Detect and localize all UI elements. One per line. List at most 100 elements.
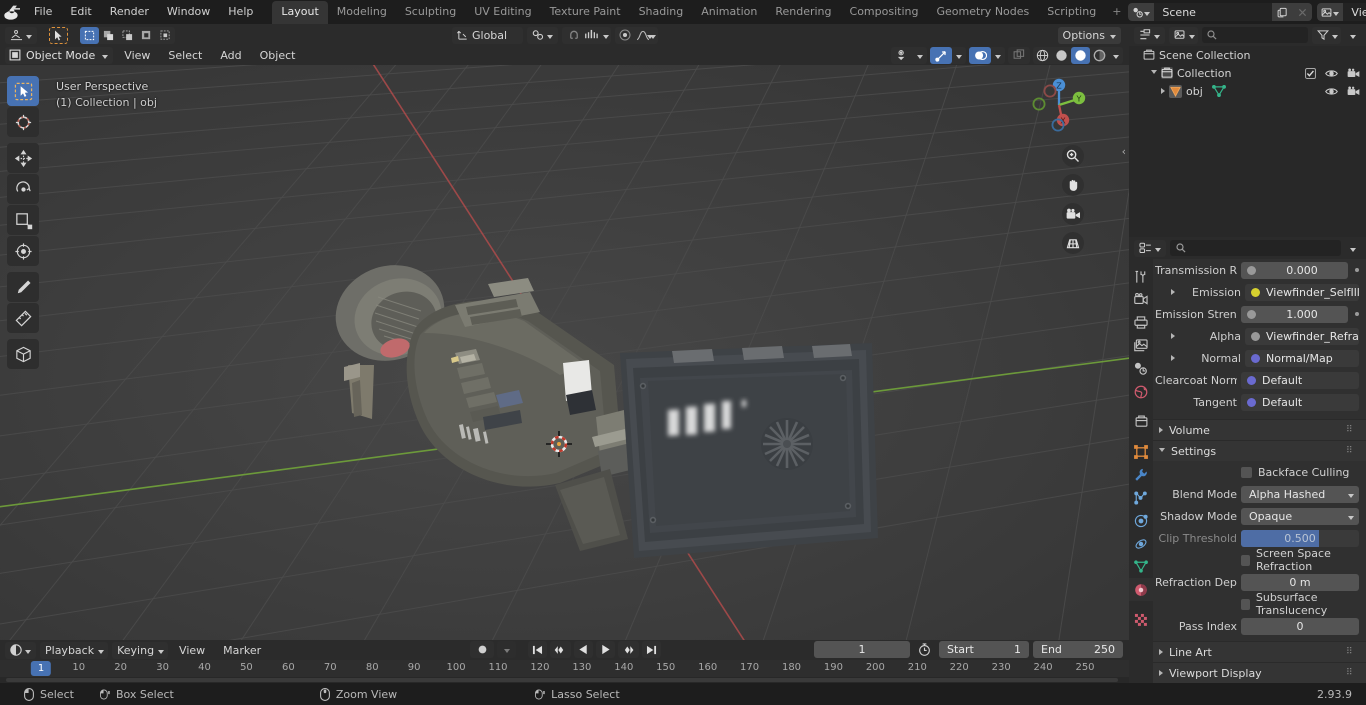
play-button[interactable]: [596, 641, 615, 658]
show-gizmo-icon[interactable]: [930, 46, 952, 64]
zoom-nav-icon[interactable]: [1062, 145, 1084, 167]
timeline-editor-type-selector[interactable]: [5, 641, 36, 659]
annotate-tool[interactable]: [7, 272, 39, 302]
emission-strength-field[interactable]: 1.000: [1241, 305, 1348, 323]
tab-scene[interactable]: [1129, 357, 1153, 380]
pass-index-field[interactable]: 0: [1241, 617, 1359, 635]
tweak-select-tool[interactable]: [7, 76, 39, 106]
tab-compositing[interactable]: Compositing: [841, 1, 928, 24]
properties-search-input[interactable]: [1170, 240, 1341, 256]
viewport-options-button[interactable]: Options: [1057, 26, 1121, 44]
object-visibility-icon[interactable]: [891, 47, 913, 64]
tab-world[interactable]: [1129, 380, 1153, 403]
view-layer-selector[interactable]: View Layer: [1317, 3, 1366, 21]
viewport-menu-add[interactable]: Add: [213, 48, 248, 63]
navigation-gizmo[interactable]: Z Y X: [1027, 73, 1091, 137]
alpha-link-field[interactable]: Viewfinder_Refracti...: [1245, 327, 1359, 345]
transform-orientation-selector[interactable]: Global: [452, 26, 524, 44]
jump-to-end-button[interactable]: [642, 641, 661, 658]
timeline-menu-view[interactable]: View: [172, 643, 212, 658]
scene-selector[interactable]: Scene: [1128, 3, 1313, 21]
tab-rendering[interactable]: Rendering: [766, 1, 840, 24]
3d-viewport[interactable]: User Perspective (1) Collection | obj Z …: [0, 65, 1129, 640]
playhead[interactable]: 1: [30, 661, 52, 676]
keying-popover-button[interactable]: [497, 641, 516, 658]
outliner-editor-type-selector[interactable]: [1134, 26, 1165, 44]
start-frame-field[interactable]: Start 1: [939, 641, 1029, 658]
camera-icon[interactable]: [1347, 85, 1360, 97]
animate-dot-icon[interactable]: [1355, 268, 1359, 272]
clearcoat-normal-link-field[interactable]: Default: [1241, 371, 1359, 389]
timeline-menu-playback[interactable]: Playback: [40, 641, 109, 659]
chevron-down-icon[interactable]: [913, 47, 927, 64]
use-preview-range-button[interactable]: [914, 641, 935, 658]
eye-icon[interactable]: [1325, 68, 1338, 79]
object-mode-selector[interactable]: Object Mode: [5, 46, 114, 64]
scale-tool[interactable]: [7, 205, 39, 235]
menu-render[interactable]: Render: [101, 2, 158, 22]
tab-view-layer[interactable]: [1129, 334, 1153, 357]
timeline-ruler[interactable]: 1 10 20 30 40 50 60 70 80 90 100 110 120 130 140 150 16…: [0, 660, 1129, 677]
timeline-menu-keying[interactable]: Keying: [112, 641, 169, 659]
screen-space-refraction-checkbox[interactable]: [1241, 554, 1250, 566]
properties-editor-type-selector[interactable]: [1134, 239, 1166, 257]
panel-settings[interactable]: Settings ⠿: [1153, 440, 1366, 461]
next-keyframe-button[interactable]: [618, 641, 639, 658]
chevron-right-icon[interactable]: [1171, 289, 1175, 295]
scene-icon[interactable]: [1128, 3, 1155, 21]
toggle-ortho-icon[interactable]: [1062, 232, 1084, 254]
proportional-editing-icon[interactable]: [583, 27, 609, 44]
tab-shading[interactable]: Shading: [630, 1, 693, 24]
view-layer-icon[interactable]: [1317, 3, 1344, 21]
emission-link-field[interactable]: Viewfinder_SelfIllum...: [1245, 283, 1359, 301]
material-preview-shading-icon[interactable]: [1071, 46, 1090, 64]
panel-viewport-display[interactable]: Viewport Display ⠿: [1153, 662, 1366, 683]
viewport-menu-object[interactable]: Object: [253, 48, 303, 63]
chevron-down-icon[interactable]: [991, 47, 1005, 64]
tab-modifier[interactable]: [1129, 463, 1153, 486]
previous-keyframe-button[interactable]: [550, 641, 571, 658]
properties-options-button[interactable]: [1345, 240, 1361, 257]
backface-culling-row[interactable]: Backface Culling: [1153, 461, 1366, 483]
normal-link-field[interactable]: Normal/Map: [1245, 349, 1359, 367]
screen-space-refraction-row[interactable]: Screen Space Refraction: [1153, 547, 1366, 573]
tab-object-data[interactable]: [1129, 555, 1153, 578]
tab-animation[interactable]: Animation: [692, 1, 766, 24]
show-overlays-icon[interactable]: [969, 46, 991, 64]
panel-volume[interactable]: Volume ⠿: [1153, 419, 1366, 440]
unlink-scene-button[interactable]: [1292, 3, 1313, 21]
add-workspace-button[interactable]: +: [1105, 1, 1128, 24]
tab-render[interactable]: [1129, 288, 1153, 311]
chevron-right-icon[interactable]: [1161, 88, 1165, 94]
tab-collection-props[interactable]: [1129, 410, 1153, 433]
tab-layout[interactable]: Layout: [272, 1, 328, 24]
solid-shading-icon[interactable]: [1052, 47, 1071, 64]
menu-edit[interactable]: Edit: [61, 2, 100, 22]
scene-name[interactable]: Scene: [1154, 3, 1273, 21]
tab-tool[interactable]: [1129, 265, 1153, 288]
timeline-menu-marker[interactable]: Marker: [216, 643, 268, 658]
toggle-xray-icon[interactable]: [1008, 47, 1030, 64]
select-intersect-tool[interactable]: [137, 27, 156, 44]
outliner-more-button[interactable]: [1345, 27, 1361, 44]
tab-physics[interactable]: [1129, 509, 1153, 532]
jump-to-start-button[interactable]: [528, 641, 547, 658]
tab-geometry-nodes[interactable]: Geometry Nodes: [927, 1, 1038, 24]
select-extend-tool[interactable]: [99, 27, 118, 44]
checkbox-icon[interactable]: [1305, 67, 1316, 79]
chevron-right-icon[interactable]: [1171, 355, 1175, 361]
outliner-row-collection[interactable]: Collection: [1129, 64, 1366, 82]
outliner-filter-button[interactable]: [1312, 26, 1341, 44]
add-cube-tool[interactable]: [7, 339, 39, 369]
viewport-menu-view[interactable]: View: [117, 48, 157, 63]
tab-object[interactable]: [1129, 440, 1153, 463]
subsurface-translucency-row[interactable]: Subsurface Translucency: [1153, 591, 1366, 617]
blender-logo-icon[interactable]: [4, 2, 21, 22]
subsurface-translucency-checkbox[interactable]: [1241, 598, 1250, 610]
select-subtract-tool[interactable]: [118, 27, 137, 44]
wireframe-shading-icon[interactable]: [1033, 47, 1052, 64]
outliner-row-scene-collection[interactable]: Scene Collection: [1129, 46, 1366, 64]
viewport-menu-select[interactable]: Select: [161, 48, 209, 63]
menu-window[interactable]: Window: [158, 2, 219, 22]
tab-constraints[interactable]: [1129, 532, 1153, 555]
